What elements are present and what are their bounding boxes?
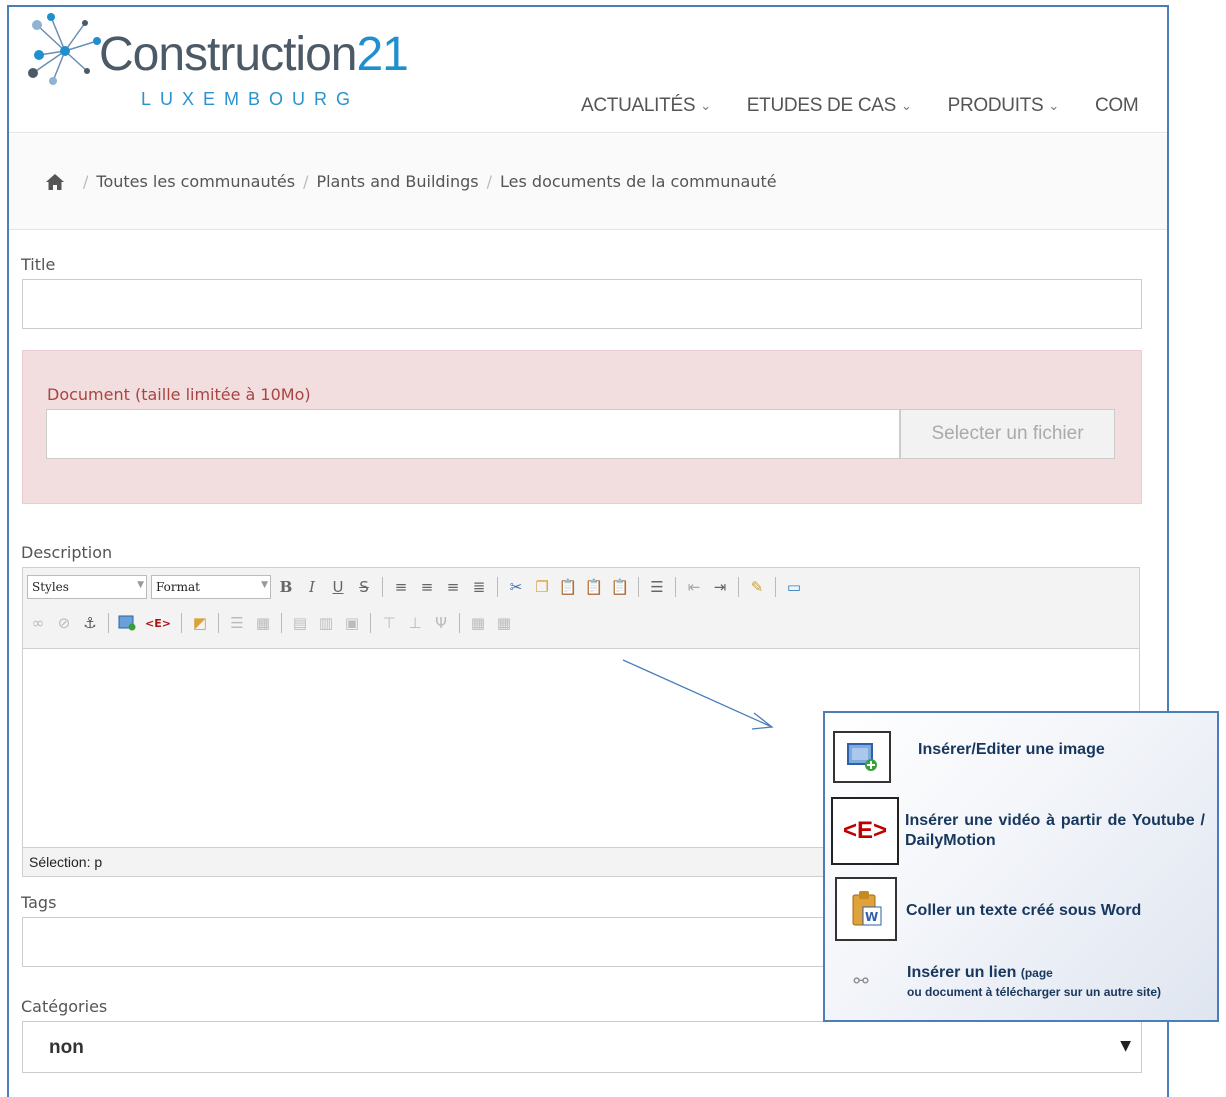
align-justify-icon[interactable]: ≣ [468, 576, 490, 598]
table-icon[interactable]: ▦ [252, 612, 274, 634]
image-help-text: Insérer/Editer une image [918, 741, 1105, 758]
underline-icon[interactable]: U [327, 576, 349, 598]
insert-video-icon[interactable]: <E> [142, 612, 174, 634]
align-right-icon[interactable]: ≡ [442, 576, 464, 598]
toolbar-separator [281, 613, 282, 633]
horizontal-rule-icon[interactable]: ☰ [226, 612, 248, 634]
paste-icon[interactable]: 📋 [557, 576, 579, 598]
toolbar-separator [181, 613, 182, 633]
nav-actualites[interactable]: ACTUALITÉS ⌄ [581, 95, 711, 117]
toolbar-separator [459, 613, 460, 633]
copy-icon[interactable]: ❐ [531, 576, 553, 598]
bold-icon[interactable]: B [275, 576, 297, 598]
align-center-icon[interactable]: ≡ [416, 576, 438, 598]
breadcrumb-item-documents[interactable]: Les documents de la communauté [500, 172, 777, 191]
table-col-icon[interactable]: ▥ [315, 612, 337, 634]
insert-media-icon[interactable]: ◩ [189, 612, 211, 634]
document-upload-panel: Document (taille limitée à 10Mo) Selecte… [22, 350, 1142, 504]
nav-communautes[interactable]: COM [1095, 95, 1139, 117]
document-file-input[interactable] [46, 409, 900, 459]
network-logo-icon [28, 13, 101, 85]
subscript-icon[interactable]: ⊤ [378, 612, 400, 634]
toolbar-separator [775, 577, 776, 597]
title-input[interactable] [22, 279, 1142, 329]
link-help-text: Insérer un lien (page [907, 964, 1053, 981]
table-row-icon[interactable]: ▤ [289, 612, 311, 634]
logo[interactable]: Construction21 LUXEMBOURG [25, 11, 409, 109]
indent-icon[interactable]: ⇥ [709, 576, 731, 598]
video-embed-icon: <E> [831, 797, 899, 865]
svg-text:W: W [865, 910, 878, 924]
categories-selected-value: non [49, 1037, 84, 1058]
document-label: Document (taille limitée à 10Mo) [47, 385, 311, 404]
paste-word-icon: W [835, 877, 897, 941]
paste-text-icon[interactable]: 📋 [583, 576, 605, 598]
insert-image-icon [833, 731, 891, 783]
special-char-icon[interactable]: Ψ [430, 612, 452, 634]
link-help-subtext: ou document à télécharger sur un autre s… [907, 985, 1162, 999]
toolbar-separator [638, 577, 639, 597]
annotation-arrow-icon [622, 659, 774, 730]
breadcrumb: / Toutes les communautés / Plants and Bu… [9, 134, 1167, 230]
categories-select[interactable]: non ▼ [22, 1021, 1142, 1073]
format-combo[interactable]: Format ▼ [151, 575, 271, 599]
title-label: Title [21, 255, 56, 274]
outdent-icon[interactable]: ⇤ [683, 576, 705, 598]
toolbar-separator [738, 577, 739, 597]
paste-word-icon[interactable]: 📋 [609, 576, 631, 598]
insert-image-icon[interactable] [116, 612, 138, 634]
chevron-down-icon: ⌄ [900, 98, 912, 113]
toolbar-help-callout: Insérer/Editer une image <E> Insérer une… [823, 711, 1219, 1022]
cut-icon[interactable]: ✂ [505, 576, 527, 598]
align-left-icon[interactable]: ≡ [390, 576, 412, 598]
logo-subtitle: LUXEMBOURG [141, 89, 360, 109]
categories-label: Catégories [21, 997, 108, 1016]
link-icon: ⚯ [853, 970, 869, 992]
site-header: Construction21 LUXEMBOURG ACTUALITÉS ⌄ ET… [9, 7, 1167, 133]
toolbar-separator [382, 577, 383, 597]
breadcrumb-item-communautes[interactable]: Toutes les communautés [96, 172, 295, 191]
video-help-text: Insérer une vidéo à partir de Youtube / … [905, 812, 1205, 849]
chevron-down-icon: ⌄ [1048, 98, 1059, 113]
bulleted-list-icon[interactable]: ☰ [646, 576, 668, 598]
home-icon[interactable] [45, 173, 65, 191]
grid-icon[interactable]: ▦ [467, 612, 489, 634]
link-icon[interactable]: ∞ [27, 612, 49, 634]
html-source-icon[interactable]: ▭ [783, 576, 805, 598]
italic-icon[interactable]: I [301, 576, 323, 598]
cleanup-icon[interactable]: ✎ [746, 576, 768, 598]
grid-edit-icon[interactable]: ▦ [493, 612, 515, 634]
select-file-button[interactable]: Selecter un fichier [900, 409, 1115, 459]
word-help-text: Coller un texte créé sous Word [906, 902, 1142, 919]
breadcrumb-separator: / [303, 172, 309, 191]
chevron-down-icon: ⌄ [700, 98, 711, 113]
breadcrumb-item-plants[interactable]: Plants and Buildings [316, 172, 478, 191]
tags-label: Tags [21, 893, 57, 912]
editor-toolbar-row-1: Styles ▼ Format ▼ B I U S ≡ ≡ ≡ ≣ ✂ ❐ 📋 📋 … [27, 572, 805, 602]
strikethrough-icon[interactable]: S [353, 576, 375, 598]
toolbar-separator [497, 577, 498, 597]
main-nav: ACTUALITÉS ⌄ ETUDES DE CAS ⌄ PRODUITS ⌄ COM [581, 95, 1167, 117]
dropdown-arrow-icon: ▼ [1120, 1038, 1131, 1054]
description-label: Description [21, 543, 113, 562]
unlink-icon[interactable]: ⊘ [53, 612, 75, 634]
editor-toolbar-row-2: ∞ ⊘ ⚓ <E> ◩ ☰ ▦ ▤ ▥ ▣ ⊤ ⊥ Ψ ▦ ▦ [27, 608, 515, 638]
toolbar-separator [675, 577, 676, 597]
toolbar-separator [370, 613, 371, 633]
nav-etudes-de-cas[interactable]: ETUDES DE CAS ⌄ [747, 95, 912, 117]
breadcrumb-separator: / [83, 172, 89, 191]
toolbar-separator [108, 613, 109, 633]
superscript-icon[interactable]: ⊥ [404, 612, 426, 634]
logo-wordmark: Construction21 [99, 28, 409, 81]
styles-combo[interactable]: Styles ▼ [27, 575, 147, 599]
toolbar-separator [218, 613, 219, 633]
nav-produits[interactable]: PRODUITS ⌄ [948, 95, 1060, 117]
editor-status-path: Sélection: p [29, 854, 103, 870]
table-merge-icon[interactable]: ▣ [341, 612, 363, 634]
anchor-icon[interactable]: ⚓ [79, 612, 101, 634]
breadcrumb-separator: / [486, 172, 493, 191]
